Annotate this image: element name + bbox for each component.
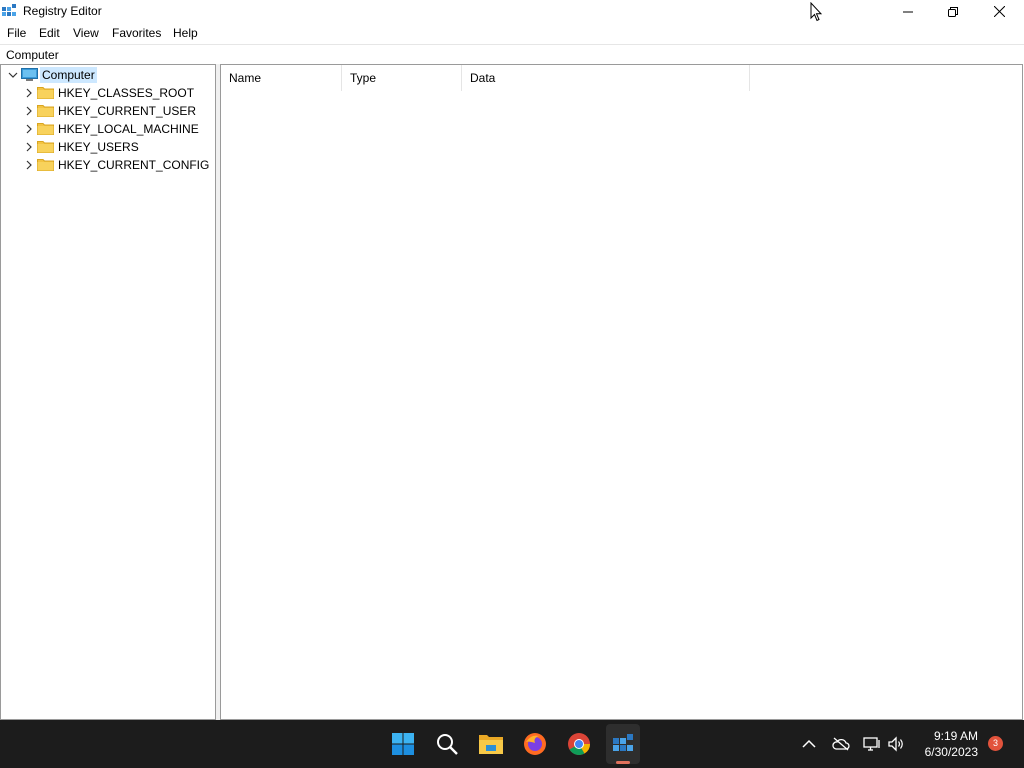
title-bar: Registry Editor (0, 0, 1024, 23)
tree-item-hkey-local-machine[interactable]: HKEY_LOCAL_MACHINE (1, 120, 215, 138)
address-bar[interactable]: Computer (0, 44, 1024, 64)
clock-date: 6/30/2023 (924, 745, 978, 759)
restore-icon (948, 6, 958, 17)
file-explorer-button[interactable] (477, 730, 505, 758)
chevron-right-icon[interactable] (24, 142, 34, 152)
onedrive-button[interactable] (832, 735, 850, 753)
tree-item-hkey-current-config[interactable]: HKEY_CURRENT_CONFIG (1, 156, 215, 174)
close-icon (993, 6, 1005, 17)
volume-button[interactable] (887, 735, 905, 753)
start-button[interactable] (389, 730, 417, 758)
menu-file[interactable]: File (7, 26, 26, 40)
firefox-button[interactable] (521, 730, 549, 758)
tree-pane[interactable]: Computer HKEY_CLASSES_ROOT HKEY_CURRENT_… (0, 64, 216, 720)
registry-editor-icon (613, 734, 633, 751)
minimize-button[interactable] (885, 0, 931, 23)
folder-icon (37, 87, 54, 99)
column-header-data[interactable]: Data (462, 65, 750, 91)
start-icon (392, 733, 414, 755)
clock-time: 9:19 AM (933, 729, 978, 743)
chrome-button[interactable] (565, 730, 593, 758)
tree-label[interactable]: HKEY_CLASSES_ROOT (58, 86, 194, 100)
restore-button[interactable] (930, 0, 976, 23)
menu-edit[interactable]: Edit (39, 26, 60, 40)
chevron-right-icon[interactable] (24, 124, 34, 134)
network-button[interactable] (863, 735, 881, 753)
tree-item-hkey-current-user[interactable]: HKEY_CURRENT_USER (1, 102, 215, 120)
search-icon (437, 734, 458, 755)
taskbar: 9:19 AM 6/30/2023 (0, 720, 1024, 768)
registry-editor-taskbar-button[interactable] (609, 730, 637, 758)
chevron-right-icon[interactable] (24, 106, 34, 116)
search-button[interactable] (433, 730, 461, 758)
close-button[interactable] (976, 0, 1022, 23)
menu-bar: File Edit View Favorites Help (0, 23, 1024, 43)
folder-icon (37, 159, 54, 171)
tree-label[interactable]: HKEY_USERS (58, 140, 139, 154)
cloud-offline-icon (832, 737, 850, 751)
tree-item-computer[interactable]: Computer (1, 66, 215, 84)
tree-item-hkey-users[interactable]: HKEY_USERS (1, 138, 215, 156)
chevron-right-icon[interactable] (24, 88, 34, 98)
address-path[interactable]: Computer (6, 48, 59, 62)
menu-help[interactable]: Help (173, 26, 198, 40)
tree-item-hkey-classes-root[interactable]: HKEY_CLASSES_ROOT (1, 84, 215, 102)
folder-icon (37, 105, 54, 117)
menu-view[interactable]: View (73, 26, 99, 40)
column-header-name[interactable]: Name (221, 65, 342, 91)
speaker-icon (888, 736, 903, 752)
column-header-type[interactable]: Type (342, 65, 462, 91)
firefox-icon (524, 733, 546, 755)
notification-badge[interactable]: 3 (988, 736, 1003, 751)
show-hidden-icons-button[interactable] (800, 735, 818, 753)
tree-label[interactable]: HKEY_CURRENT_USER (58, 104, 196, 118)
chevron-up-icon (802, 739, 816, 748)
chevron-right-icon[interactable] (24, 160, 34, 170)
folder-icon (37, 123, 54, 135)
menu-favorites[interactable]: Favorites (112, 26, 161, 40)
file-explorer-icon (479, 735, 503, 754)
tree-label[interactable]: HKEY_LOCAL_MACHINE (58, 122, 199, 136)
chrome-icon (568, 733, 590, 755)
mouse-cursor-icon (810, 2, 822, 22)
values-list-pane[interactable]: Name Type Data (220, 64, 1023, 720)
tree-label[interactable]: HKEY_CURRENT_CONFIG (58, 158, 209, 172)
clock[interactable]: 9:19 AM 6/30/2023 (912, 728, 978, 760)
registry-editor-icon (2, 4, 16, 16)
tree-label-computer[interactable]: Computer (40, 67, 97, 83)
window-title: Registry Editor (23, 4, 102, 18)
network-icon (863, 737, 880, 751)
folder-icon (37, 141, 54, 153)
minimize-icon (903, 11, 913, 12)
active-app-indicator (616, 761, 630, 764)
chevron-down-icon[interactable] (8, 70, 18, 80)
computer-icon (21, 68, 38, 81)
